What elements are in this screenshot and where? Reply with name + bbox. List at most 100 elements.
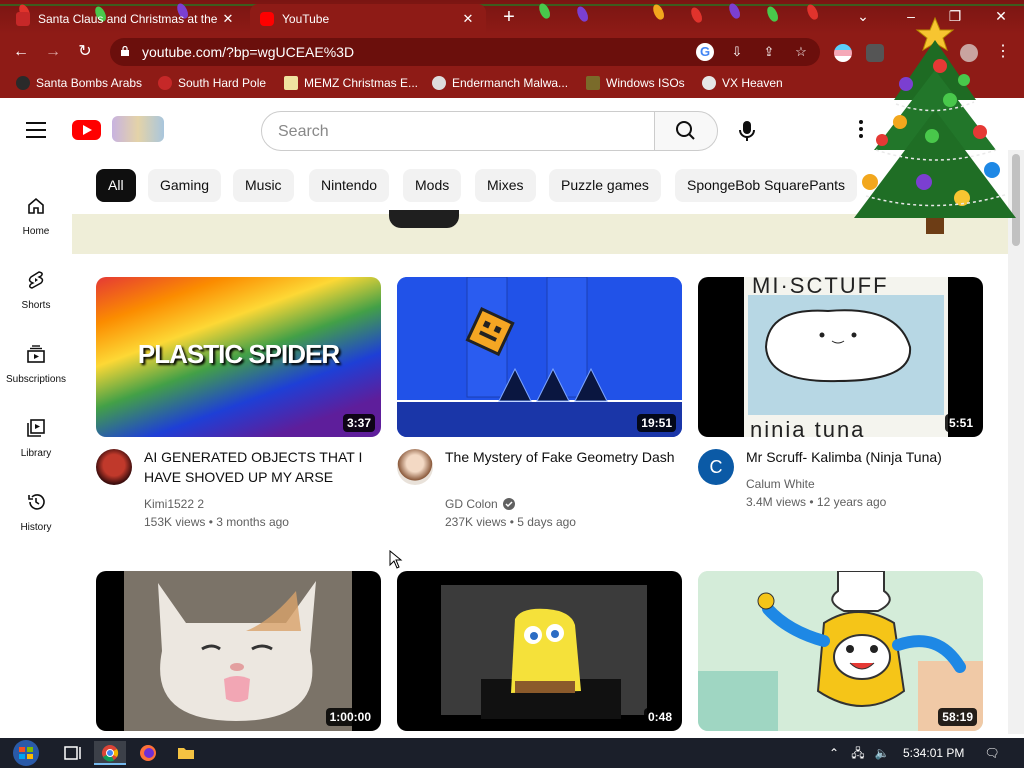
bookmark-south-hard-pole[interactable]: South Hard Pole [158, 76, 266, 90]
bookmark-vx-heaven[interactable]: VX Heaven [702, 76, 783, 90]
video-duration: 5:51 [944, 414, 977, 432]
address-bar[interactable]: youtube.com/?bp=wgUCEAE%3D G ⇩ ⇪ ☆ [110, 38, 820, 66]
tray-chevron-icon[interactable]: ⌃ [826, 745, 842, 761]
chrome-icon [102, 745, 119, 762]
sidebar-item-home[interactable]: Home [0, 176, 72, 246]
install-app-icon[interactable]: ⇩ [728, 43, 746, 61]
google-icon[interactable]: G [696, 43, 714, 61]
windows-taskbar: ⌃ 🖧 🔈 5:34:01 PM 🗨 [0, 738, 1024, 768]
channel-name[interactable]: Calum White [746, 477, 815, 491]
view-count: 237K views [445, 515, 507, 529]
volume-icon[interactable]: 🔈 [874, 745, 890, 761]
video-duration: 19:51 [637, 414, 676, 432]
memz-icon [284, 76, 298, 90]
video-thumbnail[interactable]: 1:00:00 [96, 571, 381, 731]
view-count: 153K views [144, 515, 206, 529]
chip-all[interactable]: All [96, 169, 136, 202]
taskbar-firefox[interactable] [132, 741, 164, 765]
video-meta: 153K views • 3 months ago [144, 515, 289, 529]
cat-thumbnail-art [124, 571, 352, 731]
channel-name[interactable]: GD Colon [445, 497, 515, 511]
lock-icon [121, 46, 129, 56]
sidebar-item-label: Subscriptions [5, 374, 67, 385]
forward-arrow-icon[interactable]: → [42, 41, 64, 63]
back-arrow-icon[interactable]: ← [10, 41, 32, 63]
sidebar-item-shorts[interactable]: Shorts [0, 250, 72, 320]
geometry-dash-scene [397, 277, 682, 437]
bookmark-label: South Hard Pole [178, 76, 267, 90]
video-title[interactable]: The Mystery of Fake Geometry Dash [445, 447, 675, 467]
avatar-letter: C [709, 457, 723, 477]
channel-avatar[interactable]: C [698, 449, 734, 485]
share-icon[interactable]: ⇪ [760, 43, 778, 61]
video-thumbnail[interactable]: MI·SCTUFF ninja tuna 5:51 [698, 277, 983, 437]
video-thumbnail[interactable]: 0:48 [397, 571, 682, 731]
tab-close-icon[interactable]: ✕ [460, 11, 476, 27]
youtube-logo-icon[interactable] [72, 120, 101, 140]
chip-mods[interactable]: Mods [403, 169, 462, 202]
taskbar-chrome[interactable] [94, 741, 126, 765]
sidebar-item-library[interactable]: Library [0, 398, 72, 468]
network-icon[interactable]: 🖧 [850, 745, 866, 761]
taskbar-file-explorer[interactable] [170, 741, 202, 765]
search-button[interactable] [654, 111, 718, 151]
chip-nintendo[interactable]: Nintendo [309, 169, 390, 202]
channel-name[interactable]: Kimi1522 2 [144, 497, 204, 511]
bookmark-label: MEMZ Christmas E... [304, 76, 419, 90]
shorts-icon [28, 271, 44, 289]
bookmark-endermanch-malware[interactable]: Endermanch Malwa... [432, 76, 568, 90]
holiday-doodle-icon[interactable] [112, 116, 164, 142]
video-duration: 1:00:00 [325, 708, 375, 726]
history-icon [28, 494, 45, 510]
action-center-icon[interactable]: 🗨 [984, 745, 1000, 761]
chip-gaming[interactable]: Gaming [148, 169, 222, 202]
channel-avatar[interactable] [96, 449, 132, 485]
video-title[interactable]: AI GENERATED OBJECTS THAT I HAVE SHOVED … [144, 447, 374, 487]
bookmark-memz-christmas[interactable]: MEMZ Christmas E... [284, 76, 418, 90]
subscriptions-icon [27, 345, 45, 363]
santa-icon [16, 76, 30, 90]
sidebar-item-subscriptions[interactable]: Subscriptions [0, 324, 72, 394]
video-thumbnail[interactable]: PLASTIC SPIDER 3:37 [96, 277, 381, 437]
bookmark-santa-bombs-arabs[interactable]: Santa Bombs Arabs [16, 76, 142, 90]
sidebar-item-label: Library [20, 448, 52, 459]
voice-search-button[interactable] [729, 113, 765, 149]
upload-age: 3 months ago [216, 515, 289, 529]
sidebar-item-label: Shorts [21, 300, 51, 311]
new-tab-button[interactable]: + [498, 7, 520, 29]
tab-youtube[interactable]: YouTube ✕ [250, 4, 486, 34]
video-card[interactable]: MI·SCTUFF ninja tuna 5:51 C Mr Scruff- K… [698, 277, 983, 537]
video-title[interactable]: Mr Scruff- Kalimba (Ninja Tuna) [746, 447, 976, 467]
chip-mixes[interactable]: Mixes [475, 169, 536, 202]
chip-music[interactable]: Music [233, 169, 294, 202]
video-card[interactable]: 19:51 The Mystery of Fake Geometry Dash … [397, 277, 682, 537]
video-thumbnail[interactable]: 58:19 [698, 571, 983, 731]
sidebar-item-history[interactable]: History [0, 472, 72, 542]
light-bulb [689, 5, 704, 25]
chip-puzzle-games[interactable]: Puzzle games [549, 169, 661, 202]
home-icon [28, 197, 44, 214]
bookmark-star-icon[interactable]: ☆ [792, 43, 810, 61]
video-card[interactable]: 1:00:00 [96, 571, 381, 732]
taskbar-clock[interactable]: 5:34:01 PM [903, 746, 964, 760]
video-meta: 237K views • 5 days ago [445, 515, 576, 529]
video-card[interactable]: PLASTIC SPIDER 3:37 AI GENERATED OBJECTS… [96, 277, 381, 537]
search-input[interactable] [278, 121, 638, 143]
guide-menu-icon[interactable] [26, 122, 46, 138]
tab-santa-claus[interactable]: Santa Claus and Christmas at the ✕ [6, 4, 246, 34]
bookmark-windows-isos[interactable]: Windows ISOs [586, 76, 685, 90]
channel-avatar[interactable] [397, 449, 433, 485]
tab-close-icon[interactable]: ✕ [220, 11, 236, 27]
task-view-button[interactable] [56, 741, 88, 765]
reload-icon[interactable]: ↻ [74, 41, 96, 63]
video-duration: 3:37 [342, 414, 375, 432]
video-card[interactable]: 0:48 [397, 571, 682, 732]
video-meta: 3.4M views • 12 years ago [746, 495, 887, 509]
video-thumbnail[interactable]: 19:51 [397, 277, 682, 437]
start-button[interactable] [6, 738, 46, 768]
windows-isos-icon [586, 76, 600, 90]
banner-button[interactable] [389, 210, 459, 228]
chip-spongebob[interactable]: SpongeBob SquarePants [675, 169, 858, 202]
svg-text:MI·SCTUFF: MI·SCTUFF [752, 277, 889, 298]
video-card[interactable]: 58:19 [698, 571, 983, 732]
